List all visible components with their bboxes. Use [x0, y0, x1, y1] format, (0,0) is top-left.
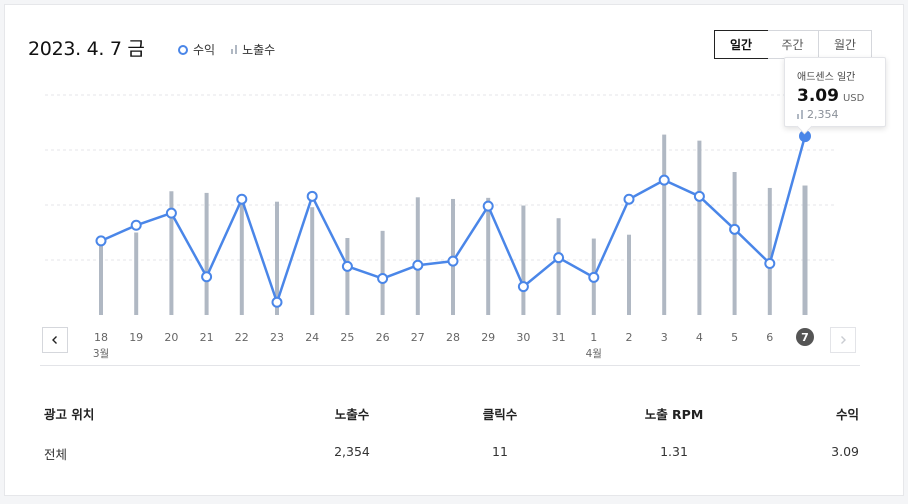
revenue-point[interactable] [693, 190, 705, 202]
summary-table: 광고 위치 노출수 클릭수 노출 RPM 수익 전체 2,354 11 1.31… [44, 400, 859, 480]
x-tick-label[interactable]: 21 [200, 331, 214, 344]
revenue-point[interactable] [553, 252, 565, 264]
revenue-point[interactable] [623, 193, 635, 205]
x-tick-label[interactable]: 2 [626, 331, 633, 344]
cell-impressions: 2,354 [334, 444, 370, 459]
chevron-left-icon [52, 336, 57, 344]
header-impressions: 노출수 [334, 407, 370, 422]
revenue-point[interactable] [658, 174, 670, 186]
revenue-point[interactable] [341, 260, 353, 272]
table-row: 전체 2,354 11 1.31 3.09 [44, 440, 859, 480]
x-tick-label[interactable]: 23 [270, 331, 284, 344]
impressions-bar [767, 187, 772, 315]
x-tick-label[interactable]: 28 [446, 331, 460, 344]
x-tick-label[interactable]: 5 [731, 331, 738, 344]
x-tick-label[interactable]: 22 [235, 331, 249, 344]
revenue-point[interactable] [764, 257, 776, 269]
impressions-bar [697, 140, 702, 315]
next-period-button[interactable] [830, 327, 856, 353]
x-tick-label[interactable]: 20 [164, 331, 178, 344]
header-ad-position: 광고 위치 [44, 407, 95, 422]
impressions-bar [627, 234, 631, 315]
month-label: 3월 [93, 348, 109, 360]
tooltip-impressions: 2,354 [807, 108, 839, 121]
header-rpm: 노출 RPM [644, 407, 704, 422]
impressions-bar [521, 205, 526, 315]
x-tick-label[interactable]: 29 [481, 331, 495, 344]
revenue-point[interactable] [729, 223, 741, 235]
revenue-point[interactable] [271, 296, 283, 308]
revenue-point[interactable] [412, 259, 424, 271]
prev-period-button[interactable] [42, 327, 68, 353]
x-tick-label[interactable]: 26 [376, 331, 390, 344]
impressions-bar [134, 232, 139, 315]
x-tick-label[interactable]: 7 [801, 331, 809, 344]
impressions-bar [345, 238, 350, 315]
bar-chart-icon [797, 110, 803, 119]
revenue-point[interactable] [165, 207, 177, 219]
x-tick-label[interactable]: 27 [411, 331, 425, 344]
tooltip-label: 애드센스 일간 [797, 72, 856, 83]
revenue-point[interactable] [588, 271, 600, 283]
impressions-bar [486, 197, 491, 315]
x-tick-label[interactable]: 25 [340, 331, 354, 344]
x-tick-label[interactable]: 31 [552, 331, 566, 344]
chart-tooltip: 애드센스 일간 3.09 USD 2,354 [784, 57, 886, 127]
revenue-point[interactable] [447, 255, 459, 267]
cell-clicks: 11 [492, 444, 508, 459]
revenue-point[interactable] [306, 190, 318, 202]
revenue-chart: 18 19 20 21 22 23 24 25 26 27 28 29 30 31 1 2 3 4 5 6 73월 4월 [45, 94, 835, 360]
impressions-bar [802, 185, 808, 315]
revenue-point[interactable] [130, 219, 142, 231]
x-tick-label[interactable]: 19 [129, 331, 143, 344]
impressions-bar [239, 195, 244, 315]
x-tick-label[interactable]: 4 [696, 331, 703, 344]
impressions-bar [310, 207, 315, 315]
revenue-point[interactable] [377, 273, 389, 285]
divider [40, 365, 860, 366]
table-header-row: 광고 위치 노출수 클릭수 노출 RPM 수익 [44, 400, 859, 440]
impressions-bar [732, 172, 737, 315]
tooltip-unit: USD [842, 93, 865, 104]
x-tick-label[interactable]: 18 [94, 331, 108, 344]
cell-rpm: 1.31 [660, 444, 688, 459]
month-label: 4월 [586, 348, 602, 360]
cell-ad-position: 전체 [44, 447, 68, 462]
header-clicks: 클릭수 [482, 407, 518, 422]
cell-revenue: 3.09 [831, 444, 859, 459]
x-tick-label[interactable]: 30 [516, 331, 530, 344]
impressions-bar [415, 197, 420, 315]
tooltip-value: 3.09 [797, 86, 839, 106]
revenue-point[interactable] [236, 193, 248, 205]
revenue-point[interactable] [95, 235, 107, 247]
impressions-bar [99, 238, 103, 315]
revenue-point[interactable] [201, 271, 213, 283]
revenue-point[interactable] [517, 281, 529, 293]
chevron-right-icon [841, 336, 846, 344]
x-tick-label[interactable]: 1 [590, 331, 597, 344]
x-tick-label[interactable]: 3 [661, 331, 668, 344]
impressions-bar [556, 218, 561, 315]
impressions-bar [204, 192, 209, 315]
impressions-bar [380, 230, 385, 315]
x-tick-label[interactable]: 6 [766, 331, 773, 344]
x-tick-label[interactable]: 24 [305, 331, 319, 344]
header-revenue: 수익 [835, 407, 859, 422]
impressions-bar [662, 134, 667, 315]
revenue-point[interactable] [482, 200, 494, 212]
